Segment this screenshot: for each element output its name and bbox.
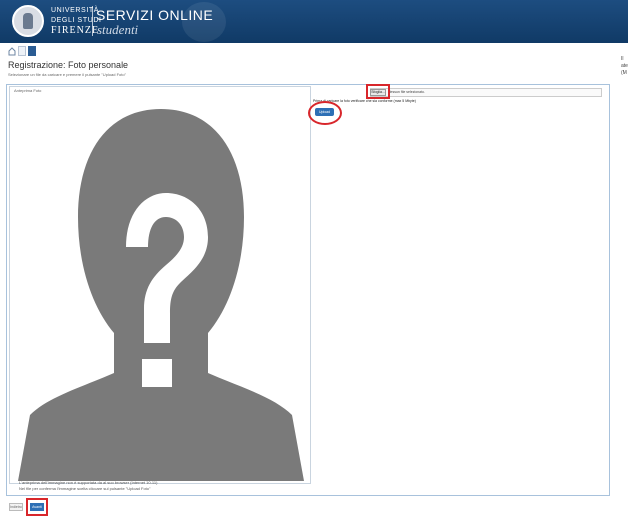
service-subtitle: studenti [97,22,139,37]
page-title: Registrazione: Foto personale [8,60,129,70]
menu-icon[interactable] [28,46,36,56]
photo-caption-line: Nel file per conferma l'immagine scelta … [19,486,151,491]
university-line3: FIRENZE [51,25,100,36]
photo-caption: L'anteprima dell'immagine non è supporta… [19,480,157,492]
university-logo[interactable]: UNIVERSITÀ DEGLI STUDI FIRENZE [51,6,102,36]
side-panel-line: Il [621,56,624,62]
placeholder-silhouette-icon [18,109,304,481]
file-status: Nessun file selezionato. [388,90,425,94]
photo-preview-tag: Anteprima Foto [14,88,42,93]
header-divider [92,6,93,36]
university-crest-icon [12,5,44,37]
back-button[interactable]: Indietro [9,503,23,511]
page-hint: Selezionare un file da caricare e premer… [8,72,127,77]
next-highlight [26,498,48,516]
side-panel: Il ate (M [621,56,628,77]
home-icon[interactable] [8,46,16,56]
side-panel-line: ate [621,63,628,69]
university-line1: UNIVERSITÀ [51,7,100,14]
site-header: UNIVERSITÀ DEGLI STUDI FIRENZE SERVIZI O… [0,0,628,43]
header-watermark [182,2,226,42]
upload-highlight [308,101,342,125]
photo-preview: Anteprima Foto [9,86,311,484]
browse-highlight [366,84,390,99]
document-icon[interactable] [18,46,26,56]
side-panel-line: (M [621,70,627,76]
